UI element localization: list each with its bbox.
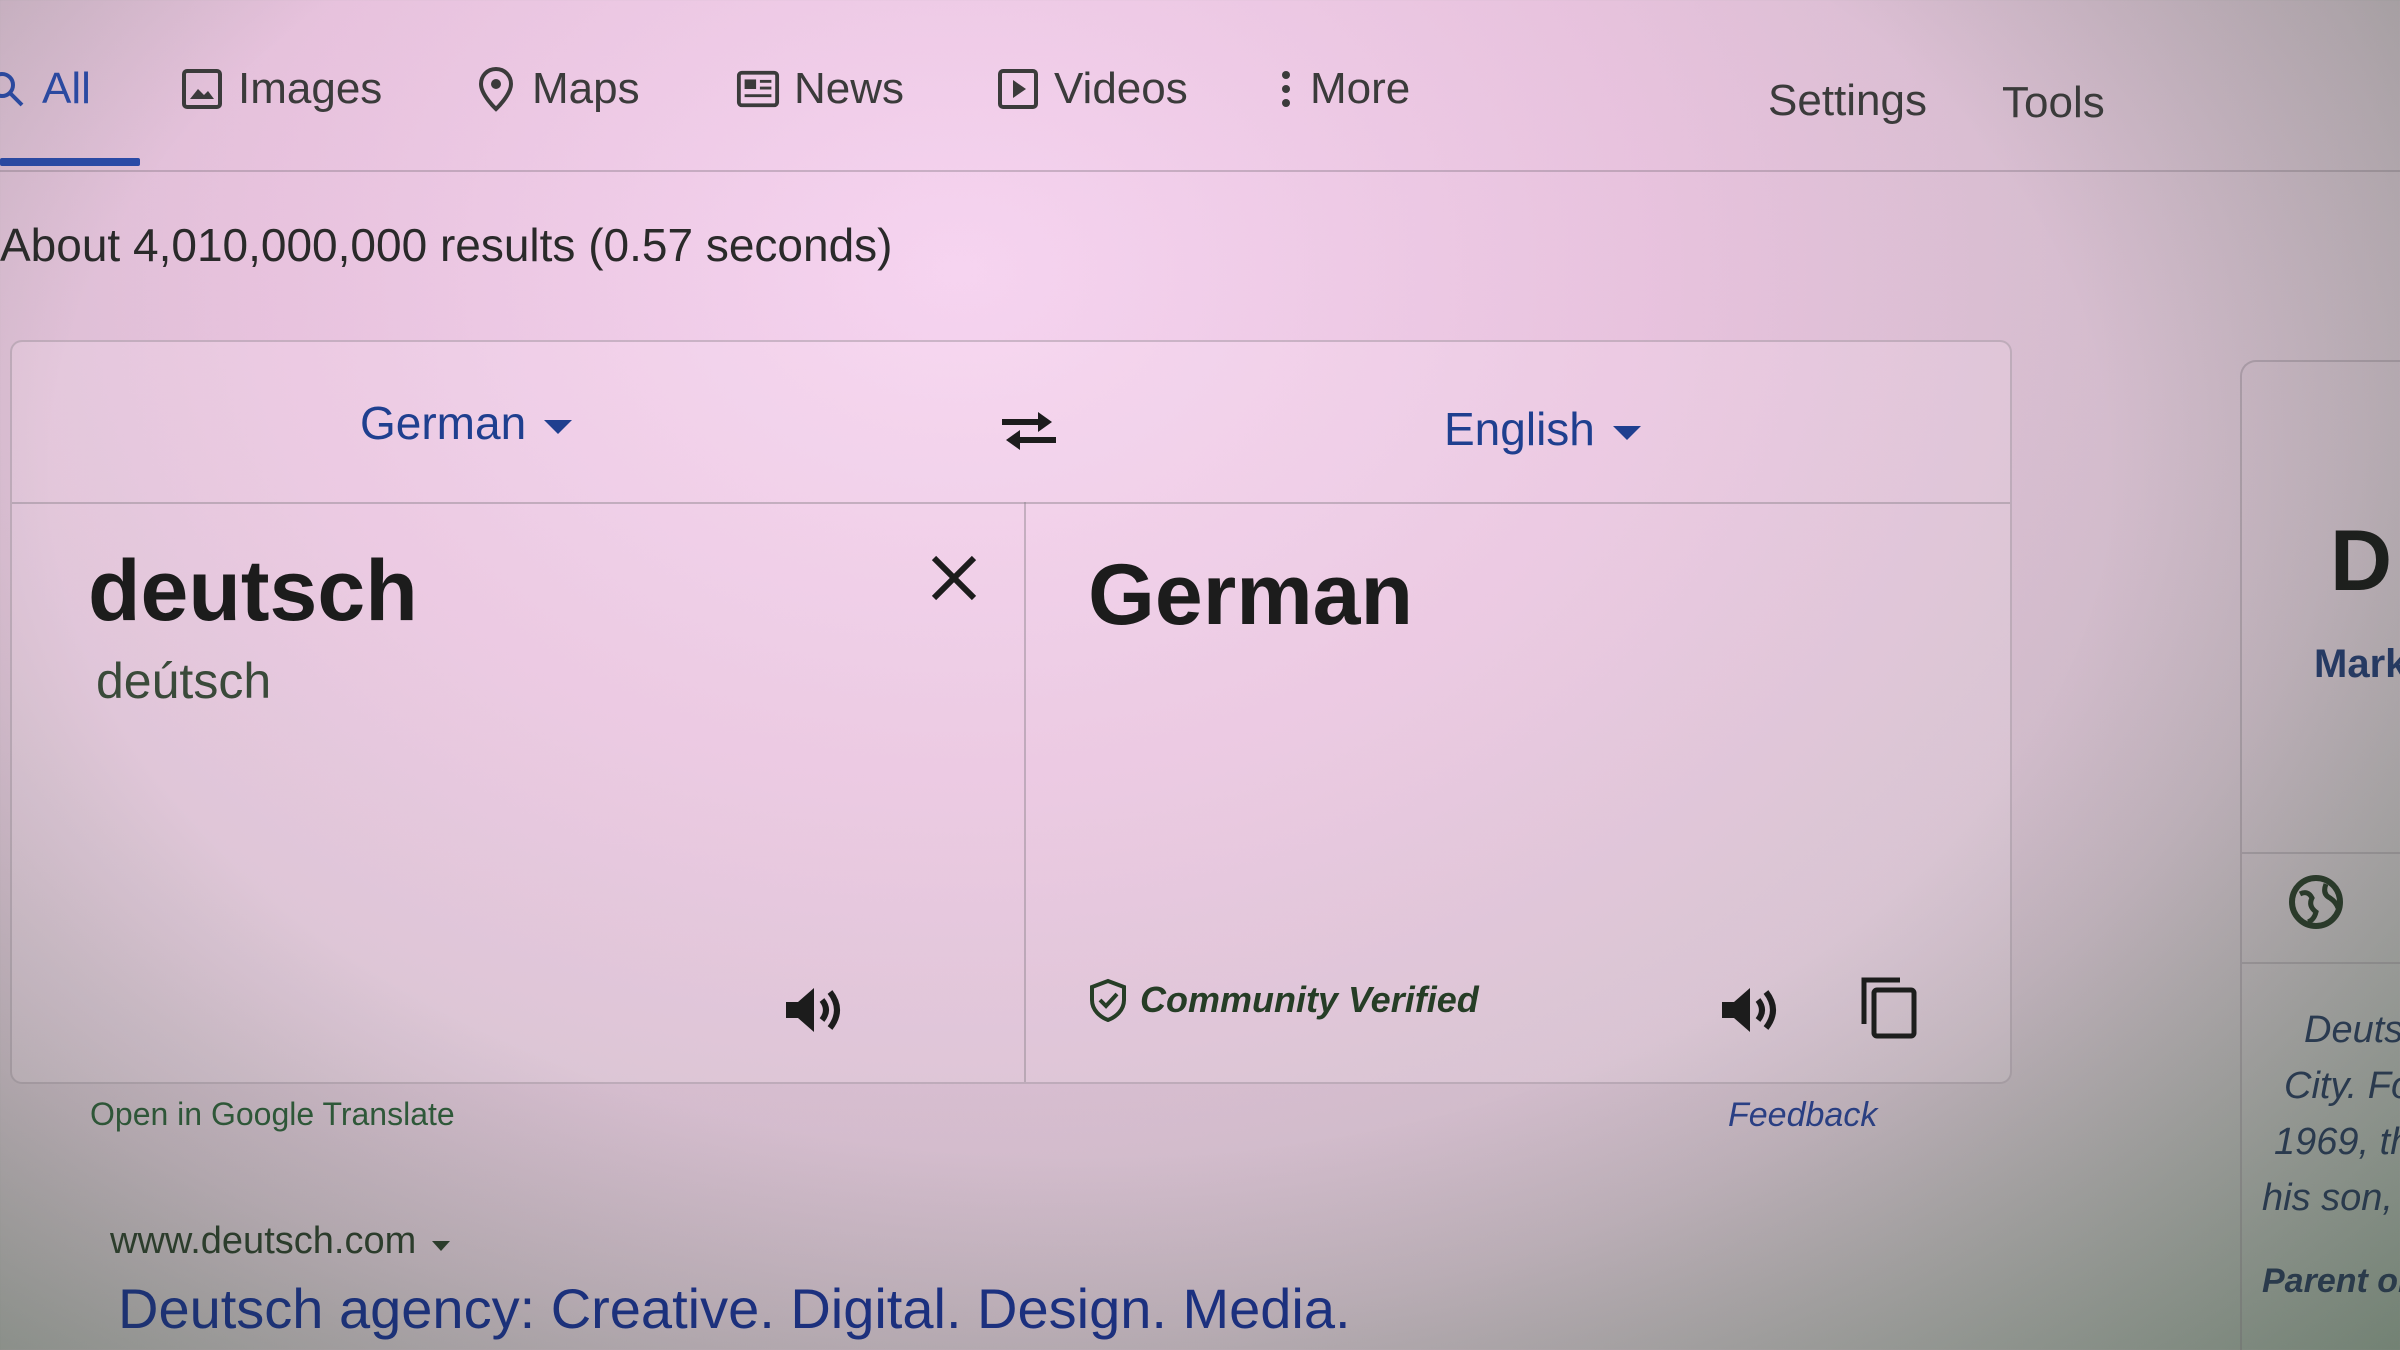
tab-maps-label: Maps [532,64,640,113]
tab-images[interactable]: Images [180,64,382,114]
tab-images-label: Images [238,64,383,113]
target-listen-button[interactable] [1716,980,1786,1040]
verified-label: Community Verified [1140,979,1479,1020]
speaker-icon [1722,988,1776,1032]
settings-link[interactable]: Settings [1768,76,1927,126]
results-stats: About 4,010,000,000 results (0.57 second… [0,219,893,271]
target-language-label: English [1444,403,1595,455]
tab-maps[interactable]: Maps [474,64,640,114]
tab-more-label: More [1310,64,1411,113]
tab-all[interactable]: All [0,64,91,114]
website-button[interactable] [2286,872,2346,932]
knowledge-panel: D Mark Deutsch City. Fou 1969, the his s… [2240,360,2400,1350]
target-language-select[interactable]: English [1444,402,1641,456]
active-tab-indicator [0,158,140,166]
tab-news-label: News [794,64,905,113]
source-text-input[interactable]: deutsch [88,542,418,641]
video-icon [996,67,1040,111]
target-pane: German Community Verified [1026,502,2010,1082]
speaker-icon [786,988,840,1032]
copy-button[interactable] [1856,974,1922,1040]
swap-languages-button[interactable] [994,400,1064,460]
map-pin-icon [474,66,518,112]
translated-text: German [1088,547,1414,643]
result-url-text: www.deutsch.com [110,1220,417,1262]
tab-news[interactable]: News [736,64,904,114]
knowledge-panel-parent: Parent org [2262,1262,2400,1300]
copy-icon [1861,977,1917,1039]
knowledge-panel-title: D [2330,513,2393,609]
clear-button[interactable] [924,548,984,608]
search-icon [0,67,28,111]
chevron-down-icon [544,420,573,434]
knowledge-panel-subtitle: Mark [2314,642,2400,686]
tab-more[interactable]: More [1276,64,1410,114]
result-title-link[interactable]: Deutsch agency: Creative. Digital. Desig… [118,1276,1351,1341]
translate-widget: German English deutsch deútsch German Co… [10,340,2012,1084]
more-vert-icon [1276,67,1296,111]
source-listen-button[interactable] [780,980,850,1040]
tools-label: Tools [2002,78,2105,127]
result-url[interactable]: www.deutsch.com [110,1220,451,1263]
shield-check-icon [1090,978,1126,1022]
desc-line: his son, D [2262,1177,2400,1219]
desc-line: 1969, the [2274,1121,2400,1163]
swap-arrows-icon [1002,412,1056,450]
search-tabs-bar: All Images Maps News Videos More Setting… [0,40,2400,172]
chevron-down-icon[interactable] [432,1240,451,1251]
divider [2242,962,2400,964]
source-pane: deutsch deútsch [12,502,1026,1082]
desc-line: City. Fou [2284,1065,2400,1107]
community-verified-badge: Community Verified [1088,978,1479,1022]
divider [2242,852,2400,854]
source-language-label: German [360,397,527,449]
open-in-google-translate-link[interactable]: Open in Google Translate [90,1096,455,1133]
close-icon [931,555,977,601]
tab-videos-label: Videos [1054,64,1188,113]
feedback-link[interactable]: Feedback [1728,1096,1877,1135]
image-icon [180,67,224,111]
tab-all-label: All [42,64,91,113]
globe-icon [2289,875,2343,929]
news-icon [736,67,780,111]
knowledge-panel-description: Deutsch City. Fou 1969, the his son, D [2262,1002,2400,1226]
desc-line: Deutsch [2304,1009,2400,1051]
tab-videos[interactable]: Videos [996,64,1188,114]
source-transliteration: deútsch [96,653,272,709]
tools-link[interactable]: Tools [2002,78,2105,128]
settings-label: Settings [1768,76,1927,125]
chevron-down-icon [1612,426,1641,440]
language-selector-row: German English [12,342,2010,504]
source-language-select[interactable]: German [360,396,573,450]
